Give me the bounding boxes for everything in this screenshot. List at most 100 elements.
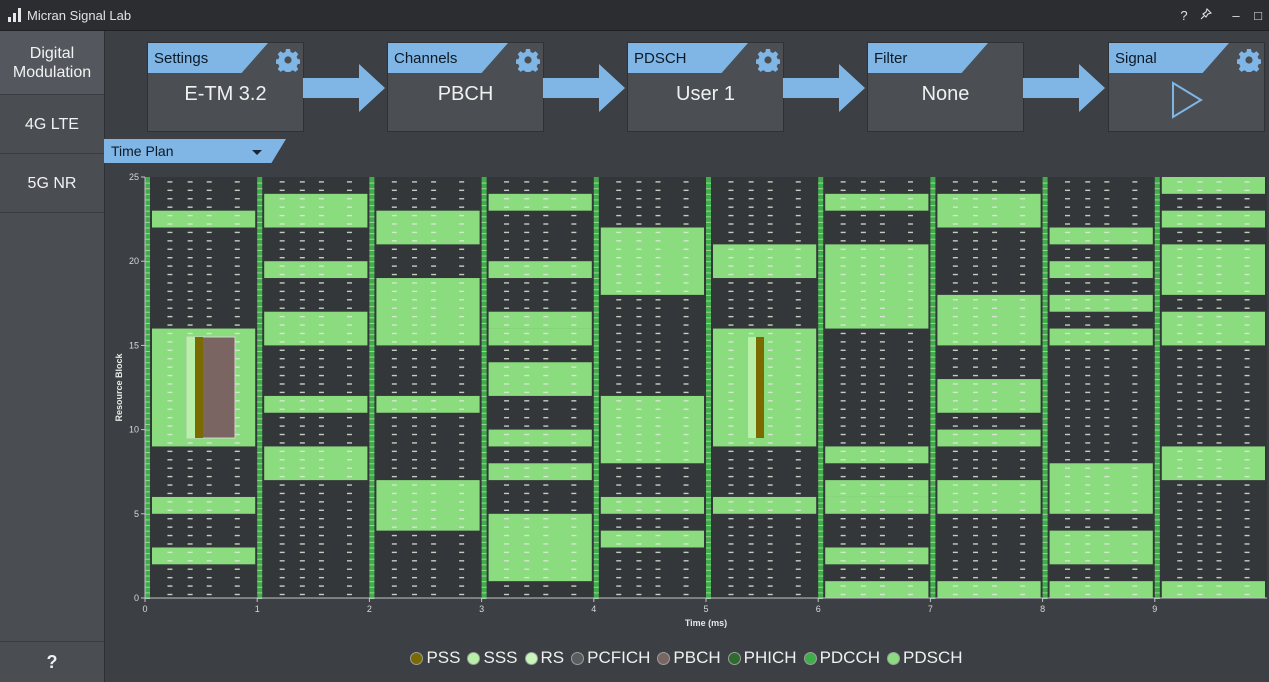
rs-marker — [234, 223, 240, 225]
phich-marker — [818, 373, 824, 375]
sidebar-item-4g-lte[interactable]: 4G LTE — [0, 95, 104, 154]
phich-marker — [1042, 255, 1048, 257]
rs-marker — [1244, 526, 1250, 528]
gear-icon[interactable] — [756, 48, 780, 72]
rs-marker — [728, 248, 734, 250]
phich-marker — [1042, 581, 1048, 583]
rs-marker — [167, 307, 173, 309]
rs-marker — [616, 231, 622, 234]
legend-item-rs[interactable]: RS — [524, 648, 564, 668]
rs-marker — [234, 518, 240, 520]
maximize-button[interactable]: □ — [1247, 8, 1269, 23]
rs-marker — [683, 576, 689, 579]
phich-marker — [1154, 339, 1160, 341]
rs-marker — [907, 189, 913, 192]
rs-marker — [279, 576, 285, 579]
rs-marker — [1216, 560, 1222, 562]
rs-marker — [412, 509, 418, 511]
legend-item-pdcch[interactable]: PDCCH — [803, 648, 880, 668]
rs-marker — [1244, 349, 1250, 352]
legend-item-pss[interactable]: PSS — [410, 648, 460, 668]
settings-block[interactable]: Settings E-TM 3.2 — [147, 42, 304, 132]
chevron-down-icon[interactable] — [252, 150, 262, 155]
rs-marker — [431, 307, 437, 309]
rs-marker — [1020, 341, 1026, 343]
filter-block[interactable]: Filter None — [867, 42, 1024, 132]
rs-marker — [860, 366, 866, 368]
phich-marker — [1154, 362, 1160, 364]
phich-marker — [1154, 311, 1160, 313]
rs-marker — [840, 416, 846, 419]
rs-marker — [767, 475, 773, 478]
rs-marker — [318, 576, 324, 579]
signal-block[interactable]: Signal — [1108, 42, 1265, 132]
phich-marker — [481, 536, 487, 538]
rs-marker — [1197, 181, 1203, 183]
legend-item-sss[interactable]: SSS — [467, 648, 518, 668]
play-icon[interactable] — [1171, 81, 1203, 119]
time-plan-chart[interactable]: 0 1 2 3 4 5 6 7 8 9 0 5 10 15 20 25 Time (ms) Resource Bl… — [104, 165, 1269, 640]
pdsch-block[interactable]: PDSCH User 1 — [627, 42, 784, 132]
rs-marker — [1197, 240, 1203, 242]
rs-marker — [543, 273, 549, 276]
rs-marker — [504, 273, 510, 276]
phich-marker — [257, 435, 263, 437]
rs-marker — [728, 543, 734, 545]
rs-marker — [1085, 181, 1091, 183]
sidebar-item-digital-modulation[interactable]: Digital Modulation — [0, 31, 104, 95]
rs-marker — [1132, 400, 1138, 402]
legend-item-phich[interactable]: PHICH — [727, 648, 797, 668]
rs-marker — [748, 534, 754, 537]
rs-marker — [795, 492, 801, 495]
rs-marker — [412, 332, 418, 335]
rs-marker — [1020, 492, 1026, 495]
rs-marker — [206, 299, 212, 301]
phich-marker — [481, 188, 487, 190]
rs-marker — [459, 568, 465, 570]
phich-marker — [1042, 238, 1048, 240]
rs-marker — [524, 568, 530, 570]
rs-marker — [1177, 290, 1183, 293]
rs-marker — [1104, 374, 1110, 377]
phich-marker — [145, 210, 150, 212]
rs-marker — [459, 585, 465, 587]
gear-icon[interactable] — [1237, 48, 1261, 72]
rs-marker — [860, 501, 866, 503]
rs-marker — [655, 189, 661, 192]
gear-icon[interactable] — [516, 48, 540, 72]
rs-marker — [795, 299, 801, 301]
gear-icon[interactable] — [276, 48, 300, 72]
rs-marker — [1085, 475, 1091, 478]
legend-item-pbch[interactable]: PBCH — [657, 648, 721, 668]
phich-marker — [145, 379, 150, 381]
rs-marker — [840, 551, 846, 554]
pdsch-allocation — [1161, 177, 1265, 194]
phich-marker — [1154, 306, 1160, 308]
help-button[interactable]: ? — [1173, 8, 1195, 23]
phich-marker — [818, 485, 824, 487]
rs-marker — [636, 324, 642, 326]
legend-item-pdsch[interactable]: PDSCH — [887, 648, 963, 668]
channels-block[interactable]: Channels PBCH — [387, 42, 544, 132]
rs-marker — [346, 425, 352, 427]
rs-marker — [1244, 290, 1250, 293]
rs-marker — [234, 509, 240, 511]
sidebar-item-5g-nr[interactable]: 5G NR — [0, 154, 104, 213]
rs-marker — [1244, 593, 1250, 596]
phich-marker — [1154, 278, 1160, 280]
phich-marker — [481, 210, 487, 212]
rs-marker — [840, 391, 846, 394]
minimize-button[interactable]: – — [1225, 8, 1247, 23]
rs-marker — [571, 299, 577, 301]
rs-marker — [952, 509, 958, 511]
rs-marker — [728, 576, 734, 579]
phich-marker — [930, 569, 936, 571]
phich-marker — [593, 423, 599, 425]
phich-marker — [593, 502, 599, 504]
legend-item-pcfich[interactable]: PCFICH — [571, 648, 650, 668]
help-button[interactable]: ? — [0, 641, 104, 682]
pin-icon[interactable] — [1195, 7, 1217, 23]
rs-marker — [1244, 400, 1250, 402]
rs-marker — [299, 518, 305, 520]
rs-marker — [636, 231, 642, 234]
